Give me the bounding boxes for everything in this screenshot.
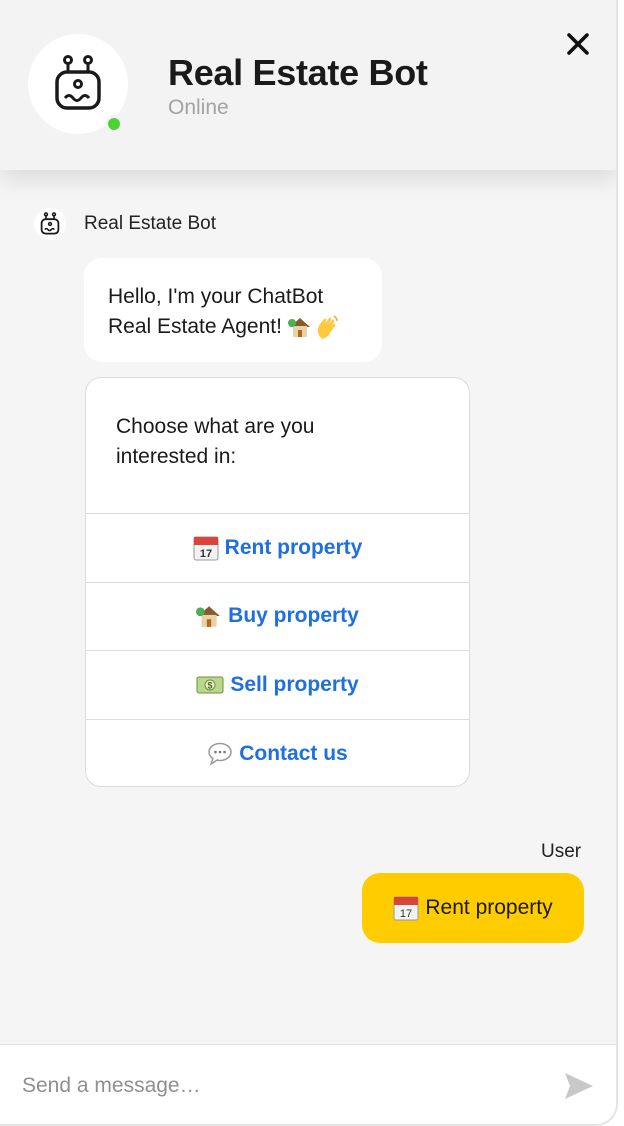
user-sender-name: User bbox=[541, 841, 582, 862]
bot-sender-row: Real Estate Bot bbox=[34, 208, 216, 240]
online-indicator bbox=[105, 115, 123, 133]
bot-sender-name: Real Estate Bot bbox=[84, 213, 217, 234]
card-prompt-line-2: interested in: bbox=[116, 445, 237, 468]
bot-sender-avatar bbox=[34, 208, 66, 240]
option-rent-property[interactable]: 17 Rent property bbox=[86, 514, 469, 583]
house-icon bbox=[287, 318, 310, 337]
message-composer bbox=[0, 1044, 616, 1124]
svg-text:17: 17 bbox=[200, 548, 212, 560]
option-label: Buy property bbox=[228, 604, 359, 628]
message-input[interactable] bbox=[22, 1067, 522, 1105]
money-icon: $ bbox=[196, 674, 224, 696]
option-sell-property[interactable]: $ Sell property bbox=[86, 651, 469, 720]
greeting-line-2: Real Estate Agent! bbox=[108, 315, 282, 338]
speech-bubble-icon bbox=[207, 742, 233, 766]
waving-hand-icon bbox=[317, 315, 338, 339]
svg-text:17: 17 bbox=[400, 908, 412, 920]
robot-icon bbox=[40, 212, 60, 235]
house-icon bbox=[196, 604, 222, 628]
option-label: Rent property bbox=[224, 535, 363, 559]
option-contact-us[interactable]: Contact us bbox=[86, 720, 469, 787]
user-message-bubble: 17 Rent property bbox=[362, 873, 584, 943]
robot-icon bbox=[55, 55, 101, 110]
close-button[interactable] bbox=[560, 26, 596, 62]
chat-header: Real Estate Bot Online bbox=[0, 0, 616, 170]
option-buy-property[interactable]: Buy property bbox=[86, 583, 469, 651]
card-prompt-line-1: Choose what are you bbox=[116, 415, 315, 438]
send-button[interactable] bbox=[562, 1069, 596, 1103]
options-card: Choose what are you interested in: 17 Re… bbox=[85, 377, 470, 787]
greeting-line-1: Hello, I'm your ChatBot bbox=[108, 285, 324, 308]
chat-widget: Real Estate Bot Online Real Estate Bot H… bbox=[0, 0, 618, 1126]
bot-greeting-bubble: Hello, I'm your ChatBot Real Estate Agen… bbox=[84, 258, 382, 362]
option-label: Sell property bbox=[230, 672, 359, 696]
option-label: Contact us bbox=[239, 741, 348, 765]
close-icon bbox=[567, 33, 589, 55]
card-prompt: Choose what are you interested in: bbox=[86, 378, 469, 514]
bot-status: Online bbox=[168, 96, 229, 119]
calendar-icon: 17 bbox=[193, 535, 219, 561]
bot-title: Real Estate Bot bbox=[168, 52, 428, 93]
send-icon bbox=[565, 1073, 593, 1099]
svg-text:$: $ bbox=[208, 680, 213, 690]
calendar-icon: 17 bbox=[393, 895, 419, 921]
user-message-text: Rent property bbox=[425, 896, 553, 919]
